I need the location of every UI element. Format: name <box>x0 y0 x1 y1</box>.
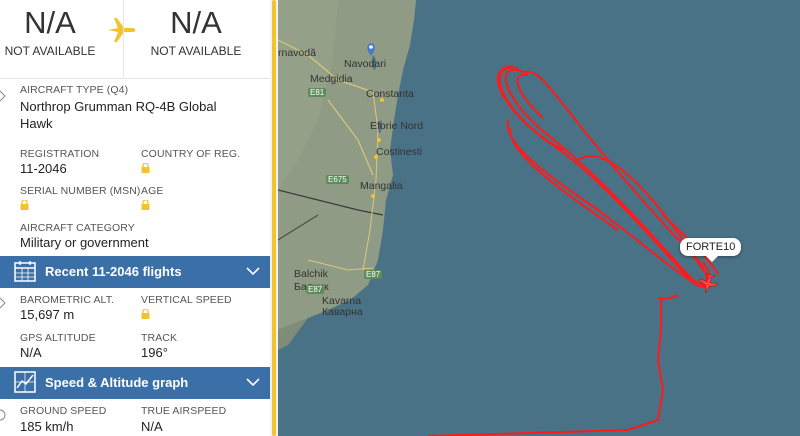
serial-label: SERIAL NUMBER (MSN) <box>20 185 141 197</box>
map-view[interactable]: Navodari Medgidia Constanta Eforie Nord … <box>278 0 800 436</box>
graph-title: Speed & Altitude graph <box>45 375 189 390</box>
speed-side-icon <box>0 407 6 424</box>
place-label[interactable]: Navodari <box>344 58 386 70</box>
baro-alt-value: 15,697 m <box>20 307 75 322</box>
origin-name: NOT AVAILABLE <box>4 44 96 58</box>
aircraft-type-label: AIRCRAFT TYPE (Q4) <box>20 84 129 96</box>
callsign-label[interactable]: FORTE10 <box>680 238 742 262</box>
road-shield: E675 <box>326 175 349 184</box>
destination-name: NOT AVAILABLE <box>150 44 242 58</box>
place-label[interactable]: Eforie Nord <box>370 120 423 132</box>
route-header: N/A NOT AVAILABLE N/A NOT AVAILABLE <box>0 0 270 79</box>
ground-speed-value: 185 km/h <box>20 419 74 434</box>
aircraft-type-value[interactable]: Northrop Grumman RQ-4B Global Hawk <box>20 98 250 132</box>
calendar-icon <box>14 261 36 282</box>
track-value: 196° <box>141 345 168 360</box>
vertical-speed-label: VERTICAL SPEED <box>141 294 232 306</box>
road-shield: E87 <box>364 270 383 279</box>
road-shield: E87 <box>306 285 325 294</box>
true-airspeed-label: TRUE AIRSPEED <box>141 405 227 417</box>
lock-icon[interactable] <box>141 309 150 319</box>
graph-icon <box>14 371 36 393</box>
registration-label: REGISTRATION <box>20 148 100 160</box>
road-shield: E81 <box>308 88 327 97</box>
speed-altitude-graph-bar[interactable]: Speed & Altitude graph <box>0 367 270 399</box>
lock-icon[interactable] <box>141 163 150 173</box>
recent-flights-title: Recent 11-2046 flights <box>45 264 182 279</box>
category-value: Military or government <box>20 235 149 250</box>
place-label[interactable]: Medgidia <box>310 73 353 85</box>
lock-icon[interactable] <box>20 200 29 210</box>
origin[interactable]: N/A NOT AVAILABLE <box>0 0 100 58</box>
chevron-down-icon[interactable] <box>246 264 260 278</box>
true-airspeed-value: N/A <box>141 419 163 434</box>
flight-data: BAROMETRIC ALT. 15,697 m VERTICAL SPEED … <box>0 288 270 368</box>
recent-flights-bar[interactable]: Recent 11-2046 flights <box>0 256 270 288</box>
place-label[interactable]: Mangalia <box>360 180 403 192</box>
place-label[interactable]: Constanta <box>366 88 414 100</box>
route-divider <box>123 0 124 78</box>
flight-info-panel: N/A NOT AVAILABLE N/A NOT AVAILABLE AIRC… <box>0 0 270 436</box>
altitude-side-icon <box>0 296 6 313</box>
place-label[interactable]: Balchik <box>294 268 328 280</box>
place-label[interactable]: Каварна <box>322 306 363 318</box>
origin-code: N/A <box>24 5 76 40</box>
gps-alt-value: N/A <box>20 345 42 360</box>
gps-alt-label: GPS ALTITUDE <box>20 332 96 344</box>
airplane-icon <box>104 12 140 48</box>
speed-data: GROUND SPEED 185 km/h TRUE AIRSPEED N/A <box>0 399 270 436</box>
aircraft-side-icon <box>0 89 6 106</box>
track-label: TRACK <box>141 332 178 344</box>
baro-alt-label: BAROMETRIC ALT. <box>20 294 115 306</box>
place-label[interactable]: Costinesti <box>376 146 422 158</box>
aircraft-details: AIRCRAFT TYPE (Q4) Northrop Grumman RQ-4… <box>0 79 270 257</box>
country-label: COUNTRY OF REG. <box>141 148 241 160</box>
lock-icon[interactable] <box>141 200 150 210</box>
destination-code: N/A <box>170 5 222 40</box>
destination[interactable]: N/A NOT AVAILABLE <box>146 0 246 58</box>
panel-scrollbar-thumb[interactable] <box>272 0 276 436</box>
registration-value[interactable]: 11-2046 <box>20 161 67 176</box>
ground-speed-label: GROUND SPEED <box>20 405 107 417</box>
category-label: AIRCRAFT CATEGORY <box>20 222 135 234</box>
chevron-down-icon[interactable] <box>246 375 260 389</box>
place-label[interactable]: rnavodă <box>278 47 316 59</box>
age-label: AGE <box>141 185 164 197</box>
